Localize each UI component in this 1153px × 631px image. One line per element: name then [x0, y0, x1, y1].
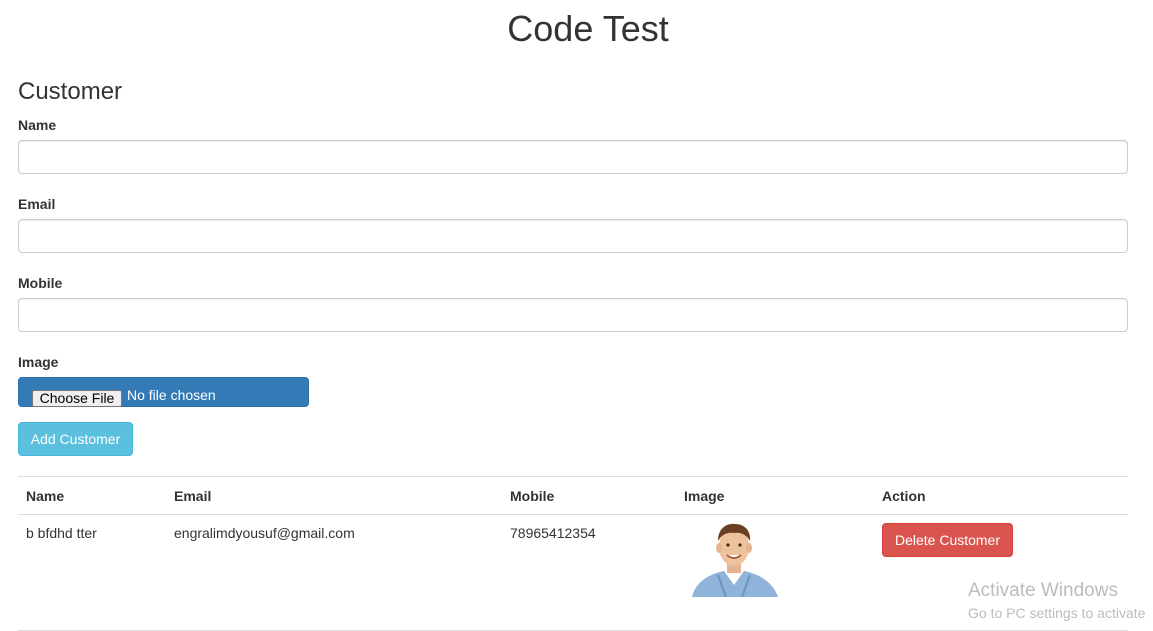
customer-photo	[688, 521, 780, 597]
header-divider	[18, 514, 1128, 515]
windows-activation-subtitle: Go to PC settings to activate	[968, 605, 1146, 621]
customer-table: Name Email Mobile Image Action b bfdhd t…	[18, 476, 1128, 631]
mobile-input[interactable]	[18, 298, 1128, 332]
header-action: Action	[882, 488, 926, 504]
choose-file-button[interactable]: Choose File	[32, 390, 122, 407]
header-image: Image	[684, 488, 725, 504]
delete-customer-button[interactable]: Delete Customer	[882, 523, 1013, 557]
cell-name: b bfdhd tter	[26, 525, 97, 541]
section-title: Customer	[18, 78, 123, 105]
email-input[interactable]	[18, 219, 1128, 253]
page-title: Code Test	[507, 8, 669, 49]
name-label: Name	[18, 117, 57, 133]
mobile-label: Mobile	[18, 275, 63, 291]
header-email: Email	[174, 488, 212, 504]
add-customer-button[interactable]: Add Customer	[18, 422, 133, 456]
image-file-input[interactable]: Choose File No file chosen	[18, 377, 309, 407]
header-mobile: Mobile	[510, 488, 555, 504]
file-status: No file chosen	[127, 387, 216, 403]
header-name: Name	[26, 488, 65, 504]
cell-email: engralimdyousuf@gmail.com	[174, 525, 355, 541]
image-label: Image	[18, 354, 59, 370]
name-input[interactable]	[18, 140, 1128, 174]
windows-activation-title: Activate Windows	[968, 580, 1118, 601]
email-label: Email	[18, 196, 56, 212]
cell-mobile: 78965412354	[510, 525, 596, 541]
